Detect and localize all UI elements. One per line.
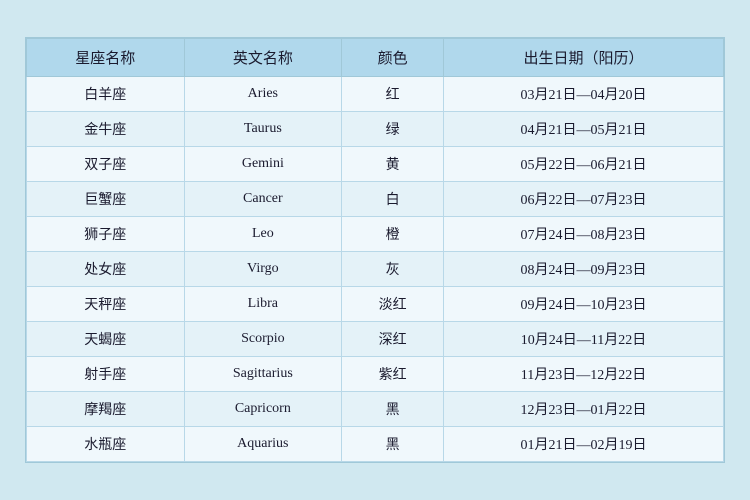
header-col-0: 星座名称 bbox=[27, 39, 185, 77]
cell-2-3: 05月22日—06月21日 bbox=[444, 147, 724, 182]
cell-6-0: 天秤座 bbox=[27, 287, 185, 322]
cell-8-1: Sagittarius bbox=[184, 357, 342, 392]
cell-3-1: Cancer bbox=[184, 182, 342, 217]
table-row: 射手座Sagittarius紫红11月23日—12月22日 bbox=[27, 357, 724, 392]
cell-1-3: 04月21日—05月21日 bbox=[444, 112, 724, 147]
table-row: 巨蟹座Cancer白06月22日—07月23日 bbox=[27, 182, 724, 217]
table-header-row: 星座名称英文名称颜色出生日期（阳历） bbox=[27, 39, 724, 77]
cell-6-3: 09月24日—10月23日 bbox=[444, 287, 724, 322]
cell-9-3: 12月23日—01月22日 bbox=[444, 392, 724, 427]
cell-10-1: Aquarius bbox=[184, 427, 342, 462]
cell-9-1: Capricorn bbox=[184, 392, 342, 427]
cell-3-3: 06月22日—07月23日 bbox=[444, 182, 724, 217]
cell-0-2: 红 bbox=[342, 77, 444, 112]
cell-4-3: 07月24日—08月23日 bbox=[444, 217, 724, 252]
cell-7-0: 天蝎座 bbox=[27, 322, 185, 357]
cell-2-0: 双子座 bbox=[27, 147, 185, 182]
table-row: 天蝎座Scorpio深红10月24日—11月22日 bbox=[27, 322, 724, 357]
cell-6-2: 淡红 bbox=[342, 287, 444, 322]
table-row: 摩羯座Capricorn黑12月23日—01月22日 bbox=[27, 392, 724, 427]
cell-9-2: 黑 bbox=[342, 392, 444, 427]
table-row: 金牛座Taurus绿04月21日—05月21日 bbox=[27, 112, 724, 147]
cell-5-1: Virgo bbox=[184, 252, 342, 287]
cell-7-3: 10月24日—11月22日 bbox=[444, 322, 724, 357]
cell-6-1: Libra bbox=[184, 287, 342, 322]
cell-4-0: 狮子座 bbox=[27, 217, 185, 252]
cell-4-2: 橙 bbox=[342, 217, 444, 252]
cell-1-1: Taurus bbox=[184, 112, 342, 147]
header-col-1: 英文名称 bbox=[184, 39, 342, 77]
table-row: 狮子座Leo橙07月24日—08月23日 bbox=[27, 217, 724, 252]
cell-8-3: 11月23日—12月22日 bbox=[444, 357, 724, 392]
zodiac-table: 星座名称英文名称颜色出生日期（阳历） 白羊座Aries红03月21日—04月20… bbox=[26, 38, 724, 462]
cell-8-0: 射手座 bbox=[27, 357, 185, 392]
cell-10-0: 水瓶座 bbox=[27, 427, 185, 462]
cell-3-2: 白 bbox=[342, 182, 444, 217]
cell-8-2: 紫红 bbox=[342, 357, 444, 392]
table-row: 白羊座Aries红03月21日—04月20日 bbox=[27, 77, 724, 112]
table-row: 双子座Gemini黄05月22日—06月21日 bbox=[27, 147, 724, 182]
cell-1-0: 金牛座 bbox=[27, 112, 185, 147]
table-row: 处女座Virgo灰08月24日—09月23日 bbox=[27, 252, 724, 287]
table-row: 天秤座Libra淡红09月24日—10月23日 bbox=[27, 287, 724, 322]
cell-5-3: 08月24日—09月23日 bbox=[444, 252, 724, 287]
table-row: 水瓶座Aquarius黑01月21日—02月19日 bbox=[27, 427, 724, 462]
cell-2-2: 黄 bbox=[342, 147, 444, 182]
cell-10-3: 01月21日—02月19日 bbox=[444, 427, 724, 462]
cell-7-2: 深红 bbox=[342, 322, 444, 357]
cell-5-0: 处女座 bbox=[27, 252, 185, 287]
cell-10-2: 黑 bbox=[342, 427, 444, 462]
zodiac-table-container: 星座名称英文名称颜色出生日期（阳历） 白羊座Aries红03月21日—04月20… bbox=[25, 37, 725, 463]
cell-7-1: Scorpio bbox=[184, 322, 342, 357]
cell-2-1: Gemini bbox=[184, 147, 342, 182]
cell-0-3: 03月21日—04月20日 bbox=[444, 77, 724, 112]
cell-5-2: 灰 bbox=[342, 252, 444, 287]
header-col-3: 出生日期（阳历） bbox=[444, 39, 724, 77]
cell-1-2: 绿 bbox=[342, 112, 444, 147]
cell-0-1: Aries bbox=[184, 77, 342, 112]
header-col-2: 颜色 bbox=[342, 39, 444, 77]
cell-9-0: 摩羯座 bbox=[27, 392, 185, 427]
cell-4-1: Leo bbox=[184, 217, 342, 252]
cell-3-0: 巨蟹座 bbox=[27, 182, 185, 217]
cell-0-0: 白羊座 bbox=[27, 77, 185, 112]
